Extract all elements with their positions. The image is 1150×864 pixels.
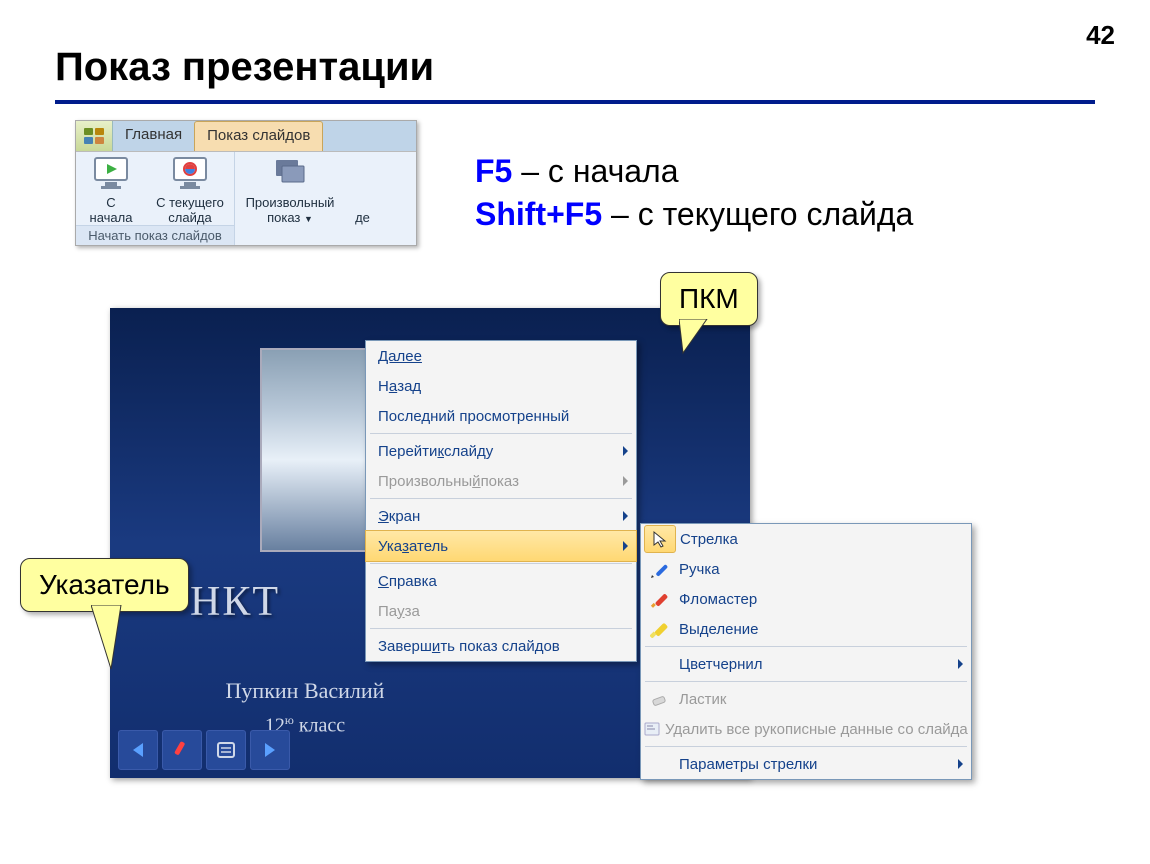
submenu-arrow-icon — [623, 541, 628, 551]
monitor-current-icon — [170, 156, 210, 190]
slide-image-placeholder — [260, 348, 374, 552]
btn-custom-show[interactable]: Произвольный показ ▼ — [235, 152, 345, 245]
menu-separator — [370, 498, 632, 499]
nav-prev-button[interactable] — [118, 730, 158, 770]
tab-slideshow[interactable]: Показ слайдов — [194, 121, 323, 151]
menu-separator — [370, 563, 632, 564]
nav-next-button[interactable] — [250, 730, 290, 770]
btn-from-beginning[interactable]: С начала — [76, 152, 146, 225]
menu-separator — [645, 646, 967, 647]
submenu-arrow-cursor[interactable]: Стрелка — [641, 524, 971, 554]
menu-separator — [370, 433, 632, 434]
shortcut-text: F5 – с начала Shift+F5 – с текущего слай… — [475, 150, 913, 236]
callout-tail-icon — [91, 605, 141, 675]
slide-author: Пупкин Василий — [110, 678, 500, 704]
eraser-icon — [650, 690, 668, 708]
ribbon-partial: де — [345, 152, 380, 245]
cursor-icon — [651, 530, 669, 548]
callout-pointer: Указатель — [20, 558, 189, 612]
menu-separator — [645, 681, 967, 682]
custom-show-icon — [270, 156, 310, 190]
btn-from-beginning-label2: начала — [81, 210, 141, 225]
context-menu: Далее Назад Последний просмотренный Пере… — [365, 340, 637, 662]
pen-icon — [171, 739, 193, 761]
nav-pen-button[interactable] — [162, 730, 202, 770]
key-shift-f5: Shift+F5 — [475, 196, 602, 232]
arrow-left-icon — [127, 739, 149, 761]
submenu-pen[interactable]: Ручка — [641, 554, 971, 584]
erase-all-icon — [643, 720, 661, 738]
slide-title-fragment: НКТ — [190, 578, 280, 626]
menu-goto-slide[interactable]: Перейти к слайду — [366, 436, 636, 466]
submenu-arrow-icon — [623, 446, 628, 456]
arrow-right-icon — [259, 739, 281, 761]
submenu-eraser: Ластик — [641, 684, 971, 714]
title-underline — [55, 100, 1095, 104]
page-title: Показ презентации — [55, 45, 434, 90]
submenu-ink-color[interactable]: Цвет чернил — [641, 649, 971, 679]
submenu-erase-all: Удалить все рукописные данные со слайда — [641, 714, 971, 744]
menu-icon — [215, 739, 237, 761]
pen-icon — [650, 560, 668, 578]
pointer-submenu: Стрелка Ручка Фломастер Выделение Цвет ч… — [640, 523, 972, 780]
page-number: 42 — [1086, 20, 1115, 51]
callout-pkm: ПКМ — [660, 272, 758, 326]
ribbon-screenshot: Главная Показ слайдов С начала С текущег… — [75, 120, 417, 246]
submenu-marker[interactable]: Фломастер — [641, 584, 971, 614]
presentation-nav — [118, 730, 290, 770]
tab-home[interactable]: Главная — [113, 121, 194, 151]
btn-custom-label1: Произвольный — [240, 195, 340, 210]
menu-next[interactable]: Далее — [366, 341, 636, 371]
menu-pause: Пауза — [366, 596, 636, 626]
ribbon-tab-strip: Главная Показ слайдов — [76, 121, 416, 151]
marker-icon — [650, 590, 668, 608]
nav-menu-button[interactable] — [206, 730, 246, 770]
office-button-icon[interactable] — [76, 121, 113, 151]
menu-custom-show: Произвольный показ — [366, 466, 636, 496]
submenu-arrow-options[interactable]: Параметры стрелки — [641, 749, 971, 779]
menu-back[interactable]: Назад — [366, 371, 636, 401]
btn-custom-label2: показ ▼ — [240, 210, 340, 225]
submenu-arrow-icon — [623, 511, 628, 521]
key-f5: F5 — [475, 153, 512, 189]
btn-from-current[interactable]: С текущего слайда — [146, 152, 234, 225]
menu-separator — [370, 628, 632, 629]
menu-end-show[interactable]: Завершить показ слайдов — [366, 631, 636, 661]
btn-from-current-label1: С текущего — [151, 195, 229, 210]
btn-from-current-label2: слайда — [151, 210, 229, 225]
ribbon-body: С начала С текущего слайда Начать показ … — [76, 151, 416, 245]
submenu-arrow-icon — [958, 759, 963, 769]
menu-last-viewed[interactable]: Последний просмотренный — [366, 401, 636, 431]
menu-screen[interactable]: Экран — [366, 501, 636, 531]
highlighter-icon — [650, 620, 668, 638]
ribbon-group-label: Начать показ слайдов — [76, 225, 234, 245]
menu-pointer[interactable]: Указатель — [365, 530, 637, 562]
submenu-arrow-icon — [958, 659, 963, 669]
monitor-play-icon — [91, 156, 131, 190]
callout-tail-icon — [679, 319, 719, 359]
btn-from-beginning-label1: С — [81, 195, 141, 210]
menu-help[interactable]: Справка — [366, 566, 636, 596]
menu-separator — [645, 746, 967, 747]
submenu-arrow-icon — [623, 476, 628, 486]
submenu-highlighter[interactable]: Выделение — [641, 614, 971, 644]
